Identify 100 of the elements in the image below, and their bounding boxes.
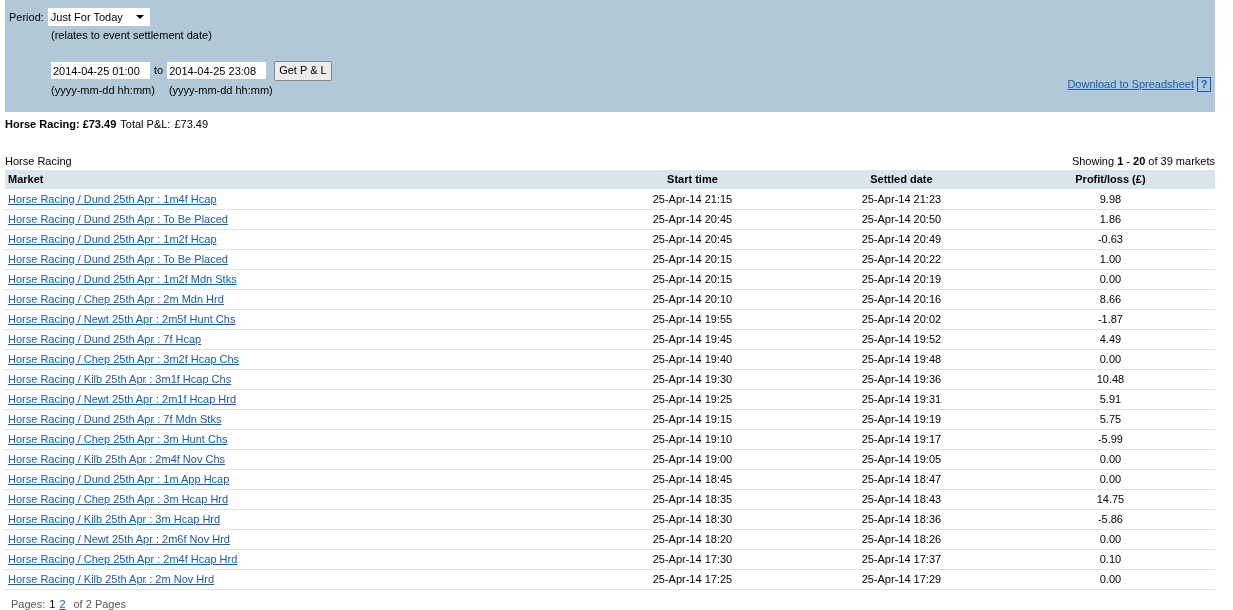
to-label: to [154,63,164,79]
column-header: Settled date [796,170,1006,189]
page-total: of 2 Pages [73,596,127,610]
market-link[interactable]: Horse Racing / Newt 25th Apr : 2m1f Hcap Hrd [8,392,237,405]
table-cell: 25-Apr-14 18:47 [796,469,1006,489]
table-cell: 25-Apr-14 20:16 [796,289,1006,309]
market-link[interactable]: Horse Racing / Dund 25th Apr : 1m App Hcap [8,472,230,485]
table-cell: 25-Apr-14 20:02 [796,309,1006,329]
table-cell: 25-Apr-14 20:10 [587,289,797,309]
table-cell: 25-Apr-14 19:05 [796,449,1006,469]
column-header: Profit/loss (£) [1005,170,1215,189]
table-cell: 25-Apr-14 20:15 [587,249,797,269]
table-cell: 25-Apr-14 20:50 [796,209,1006,229]
table-cell: -5.99 [1005,429,1215,449]
table-cell: 25-Apr-14 19:15 [587,409,797,429]
table-cell: 25-Apr-14 19:40 [587,349,797,369]
table-cell: 25-Apr-14 19:10 [587,429,797,449]
total-pl-label: Total P&L: [120,117,171,132]
table-cell: 25-Apr-14 19:55 [587,309,797,329]
table-cell: 25-Apr-14 17:25 [587,569,797,589]
period-note: (relates to event settlement date) [51,28,213,43]
table-cell: 10.48 [1005,369,1215,389]
table-cell: 0.00 [1005,529,1215,549]
table-cell: 25-Apr-14 20:45 [587,229,797,249]
pages-label: Pages: [11,596,46,610]
table-cell: 9.98 [1005,189,1215,209]
market-link[interactable]: Horse Racing / Chep 25th Apr : 2m Mdn Hrd [8,292,224,305]
table-cell: 0.10 [1005,549,1215,569]
table-cell: -5.86 [1005,509,1215,529]
market-link[interactable]: Horse Racing / Kilb 25th Apr : 2m4f Nov Chs [8,452,226,465]
market-link[interactable]: Horse Racing / Dund 25th Apr : To Be Placed [8,252,228,265]
market-link[interactable]: Horse Racing / Kilb 25th Apr : 3m1f Hcap Chs [8,372,232,385]
table-cell: 25-Apr-14 18:20 [587,529,797,549]
table-cell: 5.75 [1005,409,1215,429]
table-cell: 25-Apr-14 20:19 [796,269,1006,289]
download-spreadsheet-link[interactable]: Download to Spreadsheet [1067,76,1194,93]
table-cell: 25-Apr-14 20:15 [587,269,797,289]
table-cell: 25-Apr-14 19:52 [796,329,1006,349]
table-cell: 25-Apr-14 18:45 [587,469,797,489]
table-cell: 1.00 [1005,249,1215,269]
market-link[interactable]: Horse Racing / Dund 25th Apr : 1m2f Mdn Stks [8,272,237,285]
table-cell: 5.91 [1005,389,1215,409]
table-cell: 25-Apr-14 17:29 [796,569,1006,589]
table-cell: 25-Apr-14 19:31 [796,389,1006,409]
total-pl-value: £73.49 [174,117,209,132]
table-cell: 0.00 [1005,449,1215,469]
table-cell: 25-Apr-14 19:30 [587,369,797,389]
market-link[interactable]: Horse Racing / Dund 25th Apr : 7f Hcap [8,332,202,345]
market-link[interactable]: Horse Racing / Chep 25th Apr : 2m4f Hcap Hrd [8,552,238,565]
table-cell: 25-Apr-14 18:43 [796,489,1006,509]
table-cell: 25-Apr-14 21:23 [796,189,1006,209]
table-cell: 25-Apr-14 18:30 [587,509,797,529]
table-cell: 25-Apr-14 19:45 [587,329,797,349]
table-title: Horse Racing [5,153,72,169]
table-cell: -0.63 [1005,229,1215,249]
table-cell: -1.87 [1005,309,1215,329]
date-format-hint: (yyyy-mm-dd hh:mm) [51,82,155,98]
market-link[interactable]: Horse Racing / Dund 25th Apr : 1m4f Hcap [8,192,217,205]
table-cell: 0.00 [1005,569,1215,589]
table-cell: 25-Apr-14 17:30 [587,549,797,569]
market-link[interactable]: Horse Racing / Dund 25th Apr : To Be Placed [8,212,228,225]
table-cell: 0.00 [1005,269,1215,289]
table-cell: 4.49 [1005,329,1215,349]
table-cell: 25-Apr-14 20:22 [796,249,1006,269]
get-pl-button[interactable]: Get P & L [274,60,332,81]
table-cell: 25-Apr-14 18:36 [796,509,1006,529]
table-cell: 0.00 [1005,349,1215,369]
table-cell: 25-Apr-14 17:37 [796,549,1006,569]
help-button[interactable]: ? [1197,76,1211,92]
market-link[interactable]: Horse Racing / Chep 25th Apr : 3m Hcap Hrd [8,492,229,505]
period-dropdown[interactable]: Just For Today [47,8,150,26]
market-link[interactable]: Horse Racing / Chep 25th Apr : 3m Hunt Chs [8,432,228,445]
market-link[interactable]: Horse Racing / Newt 25th Apr : 2m6f Nov Hrd [8,532,230,545]
table-cell: 25-Apr-14 18:35 [587,489,797,509]
market-link[interactable]: Horse Racing / Kilb 25th Apr : 3m Hcap Hrd [8,512,221,525]
from-date-field[interactable]: 2014-04-25 01:00 [51,62,150,79]
showing-count: Showing 1 - 20 of 39 markets [1071,153,1215,169]
table-cell: 25-Apr-14 19:36 [796,369,1006,389]
table-cell: 25-Apr-14 21:15 [587,189,797,209]
table-cell: 14.75 [1005,489,1215,509]
table-cell: 25-Apr-14 19:48 [796,349,1006,369]
page-link[interactable]: 2 [59,595,66,610]
column-header: Market [5,170,588,189]
category-total: Horse Racing: £73.49 [5,117,117,132]
table-cell: 25-Apr-14 18:26 [796,529,1006,549]
page-link[interactable]: 1 [49,595,56,610]
market-link[interactable]: Horse Racing / Newt 25th Apr : 2m5f Hunt Chs [8,312,236,325]
market-link[interactable]: Horse Racing / Dund 25th Apr : 1m2f Hcap [8,232,217,245]
column-header: Start time [587,170,797,189]
table-cell: 25-Apr-14 19:00 [587,449,797,469]
market-link[interactable]: Horse Racing / Dund 25th Apr : 7f Mdn Stks [8,412,222,425]
market-link[interactable]: Horse Racing / Kilb 25th Apr : 2m Nov Hrd [8,572,215,585]
to-date-field[interactable]: 2014-04-25 23:08 [167,62,267,79]
table-cell: 0.00 [1005,469,1215,489]
period-label: Period: [9,9,44,25]
market-link[interactable]: Horse Racing / Chep 25th Apr : 3m2f Hcap Chs [8,352,240,365]
caret-icon [135,15,144,19]
table-cell: 25-Apr-14 19:17 [796,429,1006,449]
table-cell: 25-Apr-14 19:19 [796,409,1006,429]
table-cell: 25-Apr-14 20:45 [587,209,797,229]
